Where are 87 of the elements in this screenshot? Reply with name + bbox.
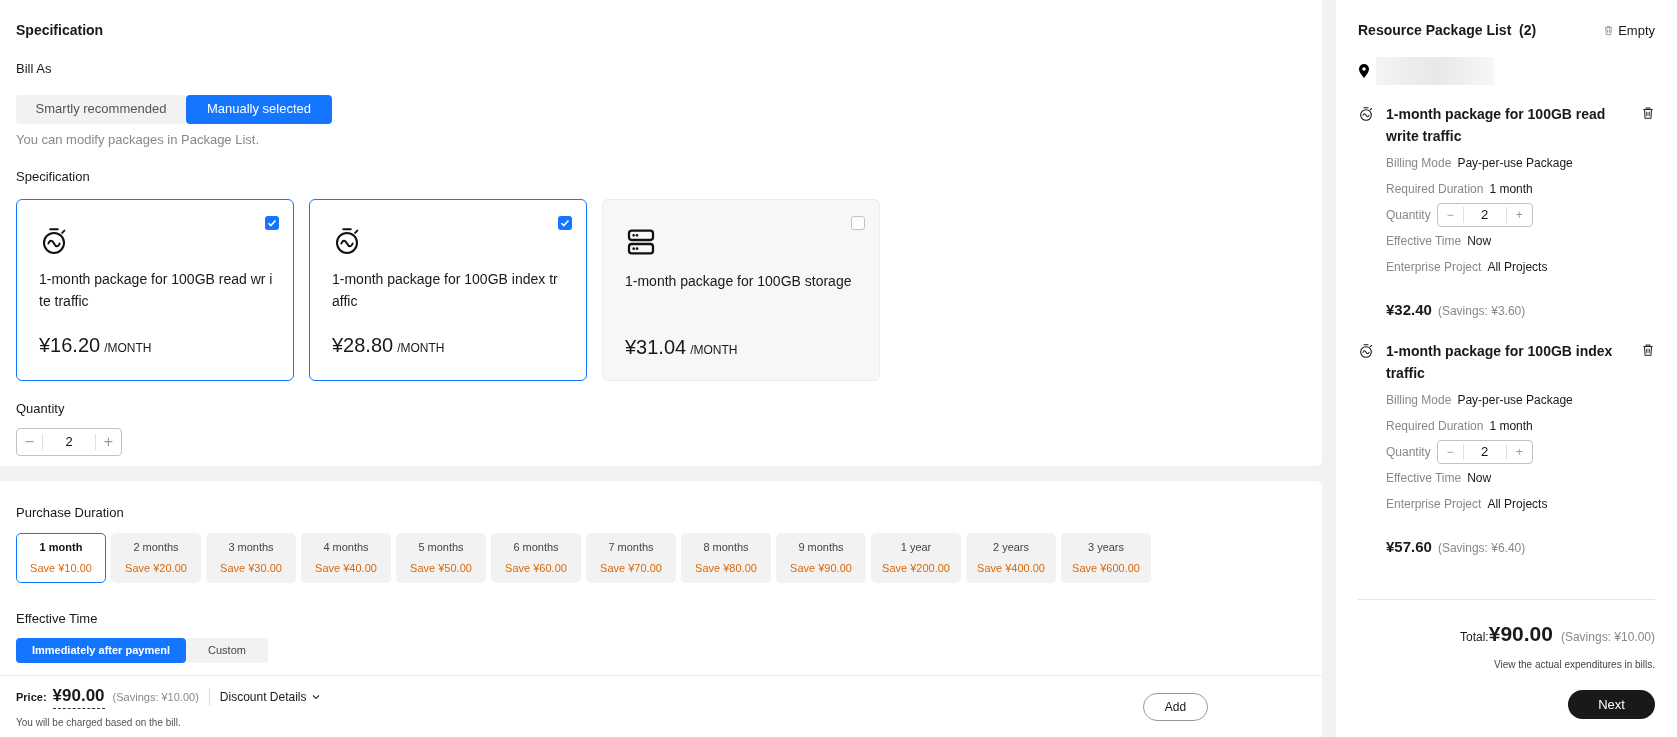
duration-option[interactable]: 2 months Save ¥20.00 [111, 532, 201, 583]
total-amount: ¥90.00 [1488, 620, 1553, 647]
duration-option[interactable]: 8 months Save ¥80.00 [681, 532, 771, 583]
package-name: 1-month package for 100GB storage [625, 271, 853, 291]
detail-label: Billing Mode [1386, 391, 1452, 409]
package-price: ¥31.04 [625, 334, 687, 360]
empty-button[interactable]: Empty [1603, 20, 1655, 41]
price-unit: /MONTH [397, 339, 445, 357]
quantity-value[interactable]: 2 [1463, 205, 1506, 225]
field-label: Bill As [16, 60, 53, 78]
expenditure-note: View the actual expenditures in bills. [1493, 658, 1655, 672]
bill-option-tab[interactable]: Manually selected [186, 94, 332, 124]
trash-icon[interactable] [1641, 342, 1655, 357]
package-name: 1-month package for 100GB read wr ite traffic [39, 269, 274, 311]
detail-value: Pay-per-use Package [1457, 155, 1573, 172]
package-name: 1-month package for 100GB index tr affic [332, 269, 559, 311]
quantity-stepper[interactable]: − 2 + [16, 428, 122, 456]
item-savings: (Savings: ¥6.40) [1437, 539, 1526, 557]
detail-label: Quantity [1386, 207, 1431, 224]
detail-value: All Projects [1487, 495, 1548, 513]
stopwatch-icon [1358, 342, 1374, 359]
detail-label: Quantity [1386, 443, 1431, 461]
duration-option[interactable]: 1 month Save ¥10.00 [16, 532, 106, 583]
item-savings: (Savings: ¥3.60) [1437, 303, 1526, 320]
detail-value: All Projects [1487, 259, 1548, 276]
package-title: 1-month package for 100GB read write traffic [1386, 105, 1607, 146]
duration-option[interactable]: 3 years Save ¥600.00 [1061, 532, 1151, 583]
item-price: ¥32.40 [1386, 300, 1432, 320]
hint-text: You can modify packages in Package List. [16, 130, 261, 149]
detail-value: 1 month [1489, 417, 1533, 435]
checkmark-icon [267, 217, 277, 228]
effective-time-tab[interactable]: Custom [186, 638, 268, 663]
duration-option[interactable]: 2 years Save ¥400.00 [966, 532, 1056, 583]
duration-option[interactable]: 1 year Save ¥200.00 [871, 532, 961, 583]
duration-option[interactable]: 3 months Save ¥30.00 [206, 532, 296, 583]
quantity-stepper[interactable]: − 2 + [1436, 439, 1533, 464]
quantity-value[interactable]: 2 [1463, 441, 1506, 462]
checkbox[interactable] [265, 215, 279, 230]
field-label: Quantity [16, 399, 66, 418]
item-price: ¥57.60 [1386, 536, 1432, 557]
discount-details-link[interactable]: Discount Details [208, 687, 321, 706]
detail-label: Enterprise Project [1386, 259, 1482, 276]
trash-icon[interactable] [1641, 106, 1655, 120]
section-title: Specification [16, 21, 105, 40]
detail-label: Required Duration [1386, 417, 1484, 435]
duration-option[interactable]: 9 months Save ¥90.00 [776, 532, 866, 583]
price-unit: /MONTH [104, 339, 152, 357]
package-title: 1-month package for 100GB index traffic [1386, 341, 1614, 383]
stopwatch-icon [1358, 106, 1374, 122]
detail-label: Billing Mode [1386, 155, 1452, 172]
package-card[interactable]: 1-month package for 100GB storage ¥31.04 /MONTH [602, 198, 880, 381]
field-label: Purchase Duration [16, 504, 125, 522]
detail-label: Effective Time [1386, 469, 1462, 487]
total-savings: (Savings: ¥10.00) [1560, 628, 1655, 646]
duration-option[interactable]: 5 months Save ¥50.00 [396, 532, 486, 583]
price-unit: /MONTH [690, 341, 738, 359]
checkbox[interactable] [558, 215, 572, 230]
duration-option[interactable]: 7 months Save ¥70.00 [586, 532, 676, 583]
duration-option[interactable]: 4 months Save ¥40.00 [301, 532, 391, 583]
detail-label: Effective Time [1386, 233, 1462, 250]
package-card[interactable]: 1-month package for 100GB read wr ite traffic ¥16.20 /MONTH [16, 198, 294, 381]
detail-value: Now [1467, 233, 1492, 250]
billing-note: You will be charged based on the bill. [16, 716, 182, 731]
price-label: Price: [16, 689, 47, 705]
bill-option-tab[interactable]: Smartly recommended [16, 94, 186, 124]
total-label: Total: [1460, 629, 1489, 646]
savings-text: (Savings: ¥10.00) [112, 689, 199, 705]
detail-value: Now [1467, 469, 1492, 487]
quantity-stepper[interactable]: − 2 + [1436, 203, 1533, 227]
package-price: ¥16.20 [39, 332, 101, 358]
field-label: Effective Time [16, 609, 99, 628]
next-button[interactable]: Next [1568, 690, 1655, 719]
package-card[interactable]: 1-month package for 100GB index tr affic ¥28.80 /MONTH [309, 198, 587, 381]
location-pin-icon [1358, 64, 1370, 78]
effective-time-tab[interactable]: Immediately after paymenl [16, 638, 186, 663]
checkmark-icon [560, 217, 570, 228]
field-label: Specification [16, 168, 91, 186]
quantity-value[interactable]: 2 [43, 432, 95, 452]
detail-value: Pay-per-use Package [1457, 391, 1573, 409]
duration-option[interactable]: 6 months Save ¥60.00 [491, 532, 581, 583]
checkbox[interactable] [851, 215, 865, 230]
package-price: ¥28.80 [332, 332, 394, 358]
panel-title: Resource Package List (2) [1358, 21, 1537, 40]
total-price: ¥90.00 [52, 682, 105, 710]
detail-label: Required Duration [1386, 181, 1484, 198]
detail-label: Enterprise Project [1386, 495, 1482, 513]
detail-value: 1 month [1489, 181, 1533, 198]
